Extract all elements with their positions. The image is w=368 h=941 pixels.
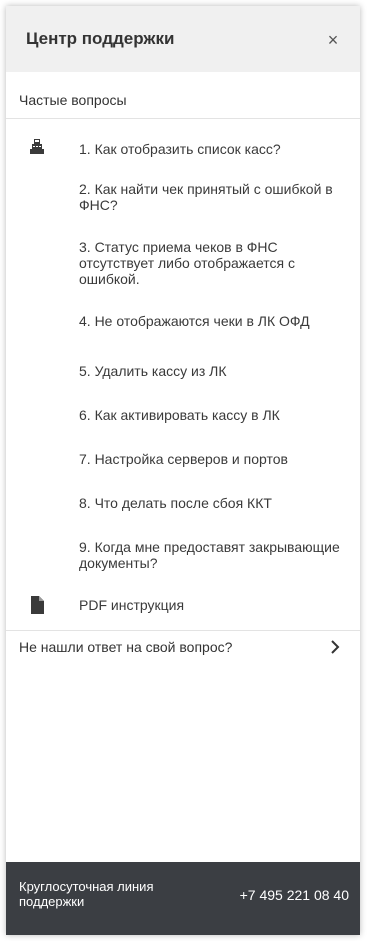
support-center-panel: Центр поддержки × Частые вопросы 1. Как … — [6, 6, 360, 935]
cash-register-icon — [30, 139, 44, 154]
faq-item-9[interactable]: 9. Когда мне предоставят закрывающие док… — [79, 539, 347, 571]
close-button[interactable]: × — [320, 27, 346, 53]
faq-item-7[interactable]: 7. Настройка серверов и портов — [79, 451, 347, 467]
not-found-label: Не нашли ответ на свой вопрос? — [19, 639, 233, 655]
faq-section-title: Частые вопросы — [19, 92, 127, 108]
faq-item-4[interactable]: 4. Не отображаются чеки в ЛК ОФД — [79, 313, 347, 329]
panel-title: Центр поддержки — [26, 29, 175, 48]
support-phone[interactable]: +7 495 221 08 40 — [240, 887, 349, 903]
support-footer: Круглосуточная линия поддержки +7 495 22… — [6, 862, 360, 935]
support-line-label: Круглосуточная линия поддержки — [19, 879, 154, 909]
faq-item-5[interactable]: 5. Удалить кассу из ЛК — [79, 363, 347, 379]
faq-item-1[interactable]: 1. Как отобразить список касс? — [79, 141, 347, 157]
document-icon — [31, 596, 44, 614]
divider — [6, 118, 360, 119]
panel-header: Центр поддержки × — [6, 6, 360, 72]
faq-item-2[interactable]: 2. Как найти чек принятый с ошибкой в ФН… — [79, 181, 347, 213]
faq-item-3[interactable]: 3. Статус приема чеков в ФНС отсутствует… — [79, 239, 347, 287]
chevron-right-icon — [331, 640, 340, 654]
divider — [6, 630, 360, 631]
faq-item-8[interactable]: 8. Что делать после сбоя ККТ — [79, 495, 347, 511]
not-found-link[interactable]: Не нашли ответ на свой вопрос? — [6, 632, 360, 668]
faq-item-6[interactable]: 6. Как активировать кассу в ЛК — [79, 407, 347, 423]
pdf-instruction-link[interactable]: PDF инструкция — [79, 597, 184, 613]
